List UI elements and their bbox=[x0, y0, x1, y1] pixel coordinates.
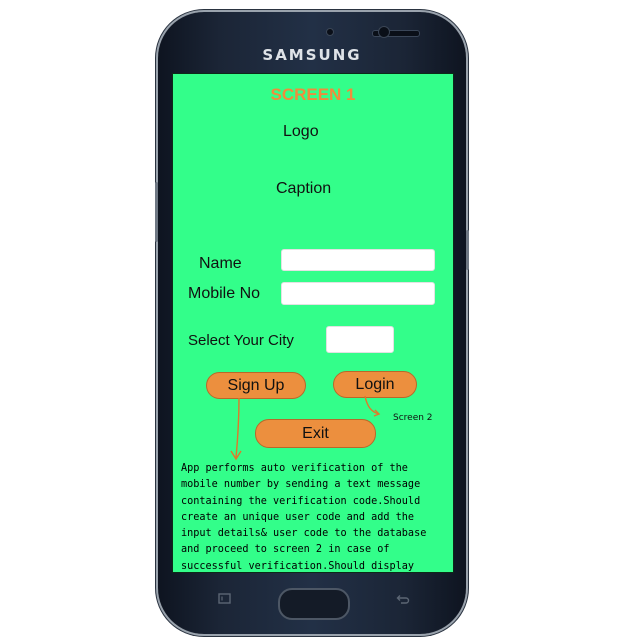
sign-up-button[interactable]: Sign Up bbox=[206, 372, 306, 399]
proximity-sensor bbox=[326, 28, 334, 36]
city-label: Select Your City bbox=[188, 332, 294, 349]
home-button[interactable] bbox=[278, 588, 350, 620]
screen-title: SCREEN 1 bbox=[270, 85, 356, 104]
city-select[interactable] bbox=[326, 326, 394, 353]
login-target-label: Screen 2 bbox=[393, 413, 433, 423]
verification-note: App performs auto verification of the mo… bbox=[181, 463, 427, 572]
recent-apps-icon[interactable] bbox=[217, 592, 233, 609]
mobile-label: Mobile No bbox=[188, 285, 261, 302]
volume-key[interactable] bbox=[155, 182, 158, 242]
back-icon[interactable] bbox=[394, 592, 410, 609]
name-label: Name bbox=[199, 255, 242, 272]
front-camera-icon bbox=[378, 26, 390, 38]
caption-placeholder: Caption bbox=[276, 180, 332, 197]
brand-logo: SAMSUNG bbox=[262, 46, 362, 64]
name-field[interactable] bbox=[281, 249, 435, 271]
mobile-field[interactable] bbox=[281, 282, 435, 305]
signup-flow-arrow bbox=[230, 397, 242, 461]
exit-button[interactable]: Exit bbox=[255, 419, 376, 448]
power-key[interactable] bbox=[466, 230, 469, 270]
app-screen: SCREEN 1 Logo Caption Name Mobile No Sel… bbox=[172, 73, 454, 573]
logo-placeholder: Logo bbox=[283, 123, 319, 140]
